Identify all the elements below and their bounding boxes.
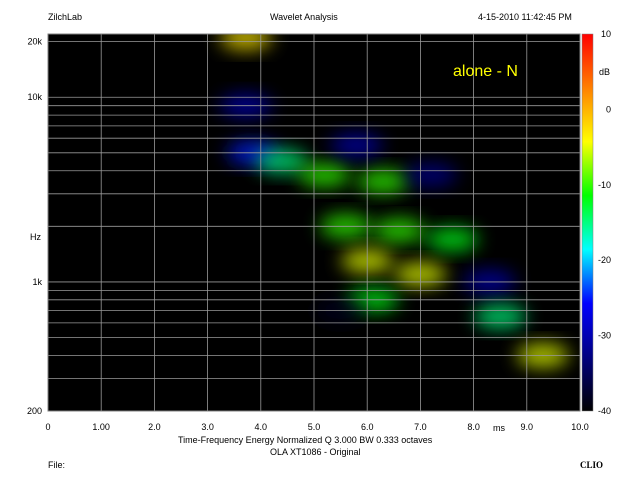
brand-logo: CLIO <box>580 460 604 470</box>
energy-region <box>474 304 527 329</box>
y-axis-label: Hz <box>30 232 41 242</box>
x-tick-label: 1.00 <box>92 422 110 432</box>
y-axis: 20k 10k 1k 200 <box>27 37 43 416</box>
energy-region <box>405 162 458 187</box>
timestamp: 4-15-2010 11:42:45 PM <box>478 12 572 22</box>
colorbar-tick-label: 10 <box>601 29 611 39</box>
y-tick-label: 20k <box>27 37 42 47</box>
energy-region <box>330 133 383 158</box>
energy-region <box>426 227 479 252</box>
x-tick-label: 4.0 <box>255 422 268 432</box>
y-tick-label: 200 <box>27 406 42 416</box>
x-tick-label: 0 <box>45 422 50 432</box>
chart-title: Wavelet Analysis <box>270 12 338 22</box>
colorbar-axis: 10 0 -10 -20 -30 -40 <box>598 29 611 416</box>
energy-region <box>298 162 351 187</box>
x-axis-label: ms <box>493 423 505 433</box>
x-tick-label: 8.0 <box>467 422 480 432</box>
colorbar-tick-label: -10 <box>598 180 611 190</box>
x-axis: 0 1.00 2.0 3.0 4.0 5.0 6.0 7.0 8.0 9.0 10.0 <box>45 422 588 432</box>
x-tick-label: 10.0 <box>571 422 589 432</box>
app-name: ZilchLab <box>48 12 83 22</box>
x-tick-label: 3.0 <box>201 422 214 432</box>
energy-region <box>357 169 410 194</box>
file-label: File: <box>48 460 66 470</box>
wavelet-chart: 0 1.00 2.0 3.0 4.0 5.0 6.0 7.0 8.0 9.0 10.0 20k 10k… <box>27 29 611 432</box>
colorbar <box>581 33 594 412</box>
x-tick-label: 6.0 <box>361 422 374 432</box>
annotation-label: alone - N <box>453 63 518 80</box>
x-tick-label: 5.0 <box>308 422 321 432</box>
colorbar-tick-label: -20 <box>598 255 611 265</box>
y-tick-label: 10k <box>27 92 42 102</box>
colorbar-tick-label: 0 <box>606 104 611 114</box>
caption-line-2: OLA XT1086 - Original <box>270 447 361 457</box>
x-tick-label: 2.0 <box>148 422 161 432</box>
y-tick-label: 1k <box>32 277 42 287</box>
colorbar-tick-label: -30 <box>598 331 611 341</box>
x-tick-label: 9.0 <box>521 422 534 432</box>
energy-region <box>373 218 426 243</box>
caption-line-1: Time-Frequency Energy Normalized Q 3.000… <box>178 435 433 445</box>
colorbar-unit: dB <box>599 67 611 77</box>
colorbar-tick-label: -40 <box>598 406 611 416</box>
energy-region <box>219 34 272 50</box>
x-tick-label: 7.0 <box>414 422 427 432</box>
